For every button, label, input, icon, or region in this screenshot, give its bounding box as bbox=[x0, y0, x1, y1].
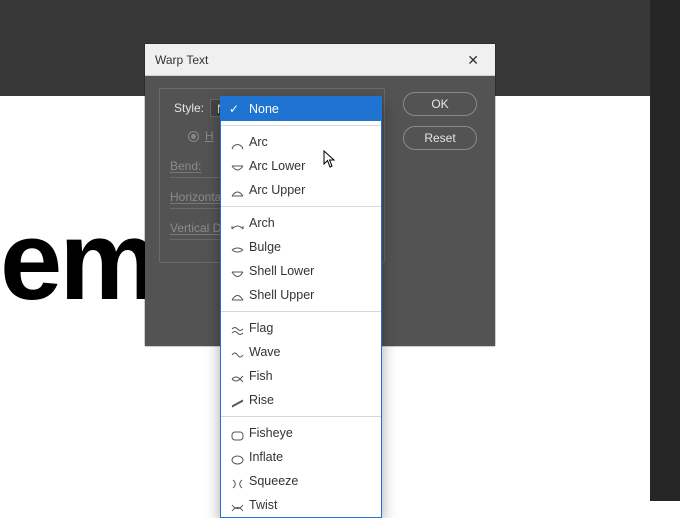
style-option-arc-lower[interactable]: Arc Lower bbox=[221, 154, 381, 178]
style-option-label: Wave bbox=[249, 343, 281, 361]
style-option-label: Fisheye bbox=[249, 424, 293, 442]
fish-icon bbox=[231, 371, 244, 381]
style-option-arch[interactable]: Arch bbox=[221, 211, 381, 235]
dropdown-separator bbox=[221, 416, 381, 417]
close-icon[interactable]: ✕ bbox=[461, 49, 485, 71]
style-option-rise[interactable]: Rise bbox=[221, 388, 381, 412]
squeeze-icon bbox=[231, 476, 244, 486]
dropdown-separator bbox=[221, 206, 381, 207]
style-option-label: Flag bbox=[249, 319, 273, 337]
app-frame: em ipsum Warp Text ✕ Style: None H Bend:… bbox=[0, 0, 680, 501]
style-option-label: None bbox=[249, 100, 279, 118]
orientation-horizontal-radio[interactable] bbox=[188, 131, 199, 142]
style-option-fisheye[interactable]: Fisheye bbox=[221, 421, 381, 445]
style-option-fish[interactable]: Fish bbox=[221, 364, 381, 388]
style-option-label: Arc Upper bbox=[249, 181, 305, 199]
style-option-wave[interactable]: Wave bbox=[221, 340, 381, 364]
app-chrome-right bbox=[650, 0, 680, 501]
arcupper-icon bbox=[231, 185, 244, 195]
style-option-label: Arch bbox=[249, 214, 275, 232]
style-option-flag[interactable]: Flag bbox=[221, 316, 381, 340]
style-option-shell-lower[interactable]: Shell Lower bbox=[221, 259, 381, 283]
style-option-inflate[interactable]: Inflate bbox=[221, 445, 381, 469]
style-label: Style: bbox=[170, 101, 204, 115]
style-option-label: Twist bbox=[249, 496, 277, 514]
rise-icon bbox=[231, 395, 244, 405]
arc-icon bbox=[231, 137, 244, 147]
arclower-icon bbox=[231, 161, 244, 171]
orientation-horizontal-label: H bbox=[205, 129, 214, 143]
flag-icon bbox=[231, 323, 244, 333]
style-option-squeeze[interactable]: Squeeze bbox=[221, 469, 381, 493]
dropdown-separator bbox=[221, 311, 381, 312]
twist-icon bbox=[231, 500, 244, 510]
style-option-twist[interactable]: Twist bbox=[221, 493, 381, 517]
shelllower-icon bbox=[231, 266, 244, 276]
dialog-title: Warp Text bbox=[155, 53, 208, 67]
style-option-label: Squeeze bbox=[249, 472, 298, 490]
style-option-label: Shell Lower bbox=[249, 262, 314, 280]
ok-button[interactable]: OK bbox=[403, 92, 477, 116]
dialog-side-buttons: OK Reset bbox=[403, 92, 477, 150]
style-option-label: Inflate bbox=[249, 448, 283, 466]
style-option-label: Arc bbox=[249, 133, 268, 151]
style-option-bulge[interactable]: Bulge bbox=[221, 235, 381, 259]
shellupper-icon bbox=[231, 290, 244, 300]
style-option-label: Bulge bbox=[249, 238, 281, 256]
arch-icon bbox=[231, 218, 244, 228]
bulge-icon bbox=[231, 242, 244, 252]
style-dropdown-list[interactable]: None Arc Arc Lower Arc Upper Arch Bulge Shell … bbox=[220, 96, 382, 518]
style-option-label: Fish bbox=[249, 367, 273, 385]
dropdown-separator bbox=[221, 125, 381, 126]
style-option-arc-upper[interactable]: Arc Upper bbox=[221, 178, 381, 202]
style-option-arc[interactable]: Arc bbox=[221, 130, 381, 154]
inflate-icon bbox=[231, 452, 244, 462]
style-option-label: Arc Lower bbox=[249, 157, 305, 175]
style-option-label: Shell Upper bbox=[249, 286, 314, 304]
style-option-label: Rise bbox=[249, 391, 274, 409]
wave-icon bbox=[231, 347, 244, 357]
style-option-shell-upper[interactable]: Shell Upper bbox=[221, 283, 381, 307]
dialog-titlebar[interactable]: Warp Text ✕ bbox=[145, 44, 495, 76]
fisheye-icon bbox=[231, 428, 244, 438]
style-option-none[interactable]: None bbox=[221, 97, 381, 121]
reset-button[interactable]: Reset bbox=[403, 126, 477, 150]
